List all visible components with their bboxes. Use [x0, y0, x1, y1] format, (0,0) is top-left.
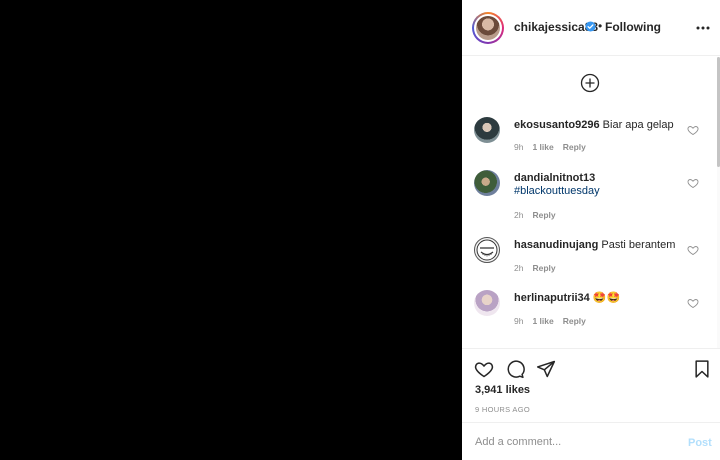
- add-comment-input[interactable]: [475, 434, 675, 450]
- share-icon[interactable]: [536, 359, 556, 379]
- cartoon-face-icon: [476, 239, 498, 261]
- likes-count[interactable]: 3,941 likes: [475, 384, 530, 396]
- comment-time: 2h: [514, 210, 524, 220]
- heart-icon[interactable]: [687, 244, 699, 256]
- commenter-username[interactable]: herlinaputrii34: [514, 292, 590, 304]
- comment-hashtag-link[interactable]: #blackouttuesday: [514, 185, 684, 198]
- heart-icon[interactable]: [687, 177, 699, 189]
- comment-likes[interactable]: 1 like: [532, 316, 553, 326]
- post-header: chikajessica88 • Following: [462, 0, 720, 56]
- header-separator: •: [598, 19, 603, 33]
- commenter-avatar[interactable]: [474, 117, 500, 143]
- commenter-username[interactable]: hasanudinujang: [514, 239, 598, 251]
- commenter-avatar[interactable]: [474, 170, 500, 196]
- comment-time: 2h: [514, 263, 524, 273]
- post-timestamp: 9 HOURS AGO: [475, 405, 530, 414]
- commenter-username[interactable]: ekosusanto9296: [514, 119, 600, 131]
- commenter-avatar[interactable]: [474, 290, 500, 316]
- reply-button[interactable]: Reply: [563, 142, 586, 152]
- like-heart-icon[interactable]: [474, 359, 494, 379]
- load-more-icon[interactable]: [580, 73, 600, 93]
- heart-icon[interactable]: [687, 124, 699, 136]
- post-comment-button[interactable]: Post: [688, 437, 712, 449]
- commenter-username[interactable]: dandialnitnot13: [514, 172, 595, 184]
- post-actions: 3,941 likes 9 HOURS AGO: [462, 348, 720, 422]
- bookmark-icon[interactable]: [692, 359, 712, 379]
- reply-button[interactable]: Reply: [563, 316, 586, 326]
- heart-icon[interactable]: [687, 297, 699, 309]
- add-comment-bar: Post: [462, 422, 720, 460]
- comment-text: Biar apa gelap: [602, 119, 674, 131]
- comment-emoji-text: 🤩🤩: [592, 292, 621, 304]
- post-media[interactable]: [0, 0, 462, 460]
- comment-time: 9h: [514, 316, 524, 326]
- verified-badge-icon: [585, 21, 596, 32]
- author-avatar[interactable]: [472, 12, 504, 44]
- comment-time: 9h: [514, 142, 524, 152]
- comment-icon[interactable]: [505, 359, 525, 379]
- post-side-panel: chikajessica88 • Following ekosusanto929…: [462, 0, 720, 460]
- comment-text: Pasti berantem: [601, 239, 676, 251]
- reply-button[interactable]: Reply: [532, 263, 555, 273]
- following-button[interactable]: Following: [605, 20, 661, 34]
- comment-likes[interactable]: 1 like: [532, 142, 553, 152]
- comments-list: ekosusanto9296 Biar apa gelap 9h 1 like Re…: [462, 57, 720, 348]
- reply-button[interactable]: Reply: [532, 210, 555, 220]
- commenter-avatar[interactable]: [474, 237, 500, 263]
- more-options-icon[interactable]: [695, 20, 711, 36]
